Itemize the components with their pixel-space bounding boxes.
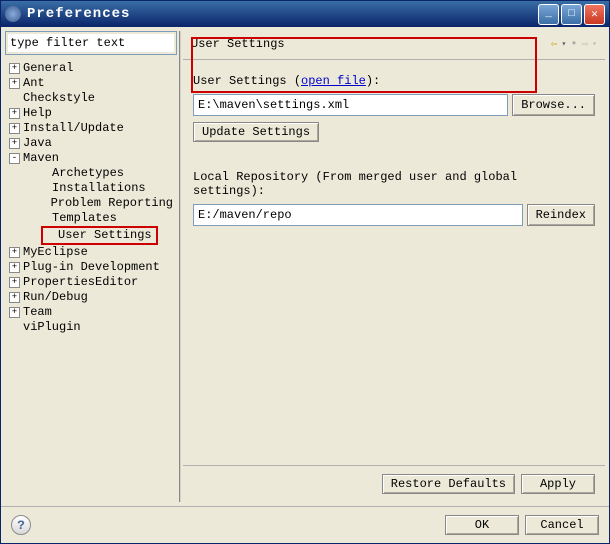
maximize-button[interactable]: □ <box>561 4 582 25</box>
tree-item[interactable]: viPlugin <box>5 320 177 335</box>
tree-item[interactable]: +Help <box>5 106 177 121</box>
forward-arrow-icon[interactable]: ⇨ <box>582 37 589 51</box>
no-expander <box>27 198 37 209</box>
no-expander <box>9 93 20 104</box>
tree-item-label: User Settings <box>41 226 158 245</box>
tree-item[interactable]: +Install/Update <box>5 121 177 136</box>
form-area: User Settings (open file): Browse... Upd… <box>183 60 605 465</box>
tree-item[interactable]: -Maven <box>5 151 177 166</box>
tree-item-label: Ant <box>23 76 45 91</box>
tree-item-label: Team <box>23 305 52 320</box>
tree-item-label: Java <box>23 136 52 151</box>
titlebar: Preferences _ □ ✕ <box>1 1 609 27</box>
expand-icon[interactable]: + <box>9 108 20 119</box>
no-expander <box>9 322 20 333</box>
update-settings-button[interactable]: Update Settings <box>193 122 319 142</box>
tree-item-label: Install/Update <box>23 121 124 136</box>
tree-item-label: Run/Debug <box>23 290 88 305</box>
back-dropdown-icon[interactable]: ▾ <box>562 39 567 49</box>
reindex-button[interactable]: Reindex <box>527 204 595 226</box>
page-title: User Settings <box>191 37 551 51</box>
nav-arrows: ⇦ ▾ • ⇨ ▾ <box>551 37 597 51</box>
help-icon[interactable]: ? <box>11 515 31 535</box>
tree-item-label: PropertiesEditor <box>23 275 138 290</box>
tree-item-label: Problem Reporting <box>40 196 173 211</box>
tree-item[interactable]: +Plug-in Development <box>5 260 177 275</box>
forward-dropdown-icon[interactable]: ▾ <box>592 39 597 49</box>
expand-icon[interactable]: + <box>9 63 20 74</box>
user-settings-label: User Settings (open file): <box>193 74 595 88</box>
preferences-window: Preferences _ □ ✕ +General+AntCheckstyle… <box>0 0 610 544</box>
tree-item[interactable]: Archetypes <box>5 166 177 181</box>
tree-item-label: Maven <box>23 151 59 166</box>
expand-icon[interactable]: + <box>9 123 20 134</box>
tree-item[interactable]: +General <box>5 61 177 76</box>
left-pane: +General+AntCheckstyle+Help+Install/Upda… <box>5 31 177 502</box>
back-arrow-icon[interactable]: ⇦ <box>551 37 558 51</box>
tree-item[interactable]: +PropertiesEditor <box>5 275 177 290</box>
no-expander <box>27 168 38 179</box>
tree-item[interactable]: +Run/Debug <box>5 290 177 305</box>
tree-item[interactable]: Checkstyle <box>5 91 177 106</box>
minimize-button[interactable]: _ <box>538 4 559 25</box>
expand-icon[interactable]: + <box>9 292 20 303</box>
expand-icon[interactable]: + <box>9 78 20 89</box>
window-title: Preferences <box>27 6 538 22</box>
window-buttons: _ □ ✕ <box>538 4 605 25</box>
app-icon <box>5 6 21 22</box>
section-header: User Settings ⇦ ▾ • ⇨ ▾ <box>183 31 605 60</box>
local-repo-row: Reindex <box>193 204 595 226</box>
filter-input[interactable] <box>8 34 174 52</box>
browse-button[interactable]: Browse... <box>512 94 595 116</box>
expand-icon[interactable]: + <box>9 138 20 149</box>
tree-item[interactable]: +Team <box>5 305 177 320</box>
tree-item[interactable]: Installations <box>5 181 177 196</box>
tree-item[interactable]: +Java <box>5 136 177 151</box>
tree-item-label: viPlugin <box>23 320 81 335</box>
expand-icon[interactable]: + <box>9 247 20 258</box>
content-area: +General+AntCheckstyle+Help+Install/Upda… <box>1 27 609 506</box>
restore-defaults-button[interactable]: Restore Defaults <box>382 474 515 494</box>
cancel-button[interactable]: Cancel <box>525 515 599 535</box>
tree-item[interactable]: Problem Reporting <box>5 196 177 211</box>
collapse-icon[interactable]: - <box>9 153 20 164</box>
right-pane: User Settings ⇦ ▾ • ⇨ ▾ User Settings (o… <box>183 31 605 502</box>
expand-icon[interactable]: + <box>9 262 20 273</box>
tree-item[interactable]: Templates <box>5 211 177 226</box>
preferences-tree[interactable]: +General+AntCheckstyle+Help+Install/Upda… <box>5 59 177 502</box>
no-expander <box>27 183 38 194</box>
expand-icon[interactable]: + <box>9 307 20 318</box>
local-repo-input[interactable] <box>193 204 523 226</box>
tree-item-label: Templates <box>41 211 117 226</box>
page-buttons: Restore Defaults Apply <box>183 465 605 502</box>
tree-item[interactable]: +MyEclipse <box>5 245 177 260</box>
no-expander <box>27 213 38 224</box>
tree-item[interactable]: +Ant <box>5 76 177 91</box>
footer: ? OK Cancel <box>1 506 609 543</box>
close-button[interactable]: ✕ <box>584 4 605 25</box>
tree-item-label: Installations <box>41 181 146 196</box>
tree-item-label: Plug-in Development <box>23 260 160 275</box>
expand-icon[interactable]: + <box>9 277 20 288</box>
open-file-link[interactable]: open file <box>301 74 366 88</box>
tree-item-label: Help <box>23 106 52 121</box>
ok-button[interactable]: OK <box>445 515 519 535</box>
tree-item-label: MyEclipse <box>23 245 88 260</box>
tree-item-label: Archetypes <box>41 166 124 181</box>
local-repo-label: Local Repository (From merged user and g… <box>193 170 595 198</box>
pane-divider[interactable] <box>179 31 181 502</box>
apply-button[interactable]: Apply <box>521 474 595 494</box>
no-expander <box>27 230 38 241</box>
tree-item-label: General <box>23 61 73 76</box>
user-settings-input[interactable] <box>193 94 508 116</box>
user-settings-row: Browse... <box>193 94 595 116</box>
tree-item[interactable]: User Settings <box>5 226 177 245</box>
filter-box <box>5 31 177 55</box>
tree-item-label: Checkstyle <box>23 91 95 106</box>
